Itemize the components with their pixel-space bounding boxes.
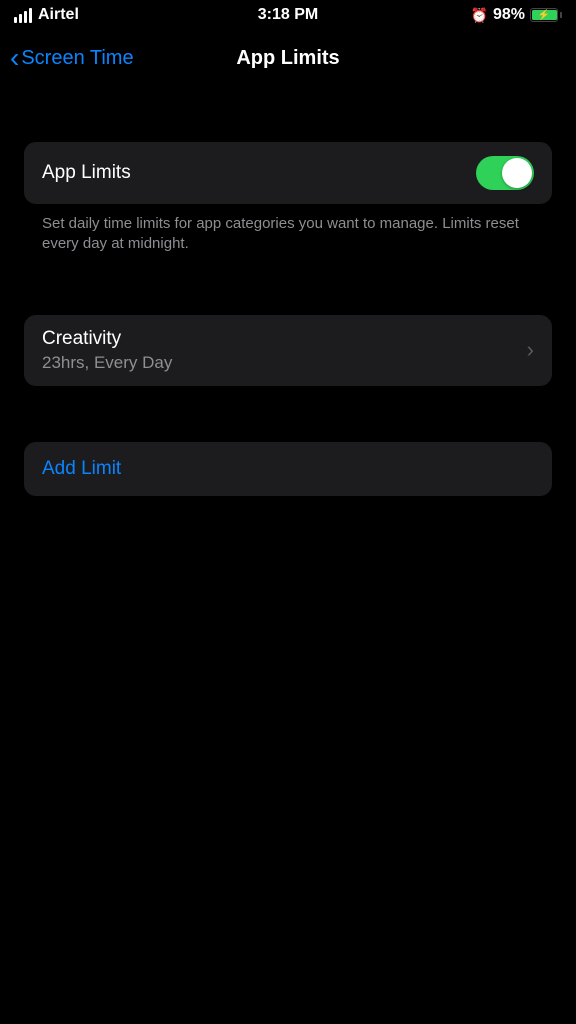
carrier-label: Airtel [38,6,79,24]
app-limits-toggle-row: App Limits [24,142,552,204]
toggle-knob [502,158,532,188]
section-footer: Set daily time limits for app categories… [24,204,552,255]
limit-title: Creativity [42,328,172,350]
chevron-right-icon: › [527,337,534,363]
status-bar: Airtel 3:18 PM ⏰ 98% ⚡ [0,0,576,28]
signal-icon [14,8,32,23]
battery-pct: 98% [493,6,525,24]
back-label: Screen Time [21,47,133,70]
chevron-left-icon: ‹ [10,42,19,74]
status-right: ⏰ 98% ⚡ [471,6,562,24]
alarm-icon: ⏰ [471,7,488,24]
content: App Limits Set daily time limits for app… [0,92,576,496]
status-left: Airtel [14,6,79,24]
toggle-label: App Limits [42,162,131,184]
back-button[interactable]: ‹ Screen Time [10,42,134,74]
app-limits-toggle[interactable] [476,156,534,190]
limit-subtitle: 23hrs, Every Day [42,353,172,373]
page-title: App Limits [236,47,339,70]
nav-bar: ‹ Screen Time App Limits [0,28,576,92]
add-limit-button[interactable]: Add Limit [24,442,552,496]
limit-row-creativity[interactable]: Creativity 23hrs, Every Day › [24,315,552,386]
time-label: 3:18 PM [258,6,318,24]
add-limit-label: Add Limit [42,458,121,479]
battery-icon: ⚡ [530,8,562,22]
